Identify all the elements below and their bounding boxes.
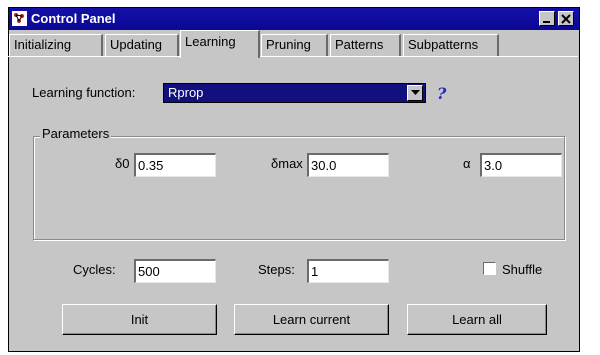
tab-label: Patterns <box>335 37 384 52</box>
tab-updating[interactable]: Updating <box>105 34 179 56</box>
dropdown-button[interactable] <box>407 85 423 101</box>
learn-current-button[interactable]: Learn current <box>234 304 389 335</box>
tab-label: Subpatterns <box>408 37 479 52</box>
title-bar[interactable]: Control Panel <box>9 8 579 30</box>
delta0-label: δ0 <box>115 156 130 171</box>
shuffle-label: Shuffle <box>502 262 543 277</box>
minimize-icon <box>543 21 550 23</box>
tab-strip-divider <box>8 56 578 57</box>
tab-label: Initializing <box>14 37 72 52</box>
cycles-field[interactable] <box>134 259 216 283</box>
steps-field[interactable] <box>307 259 389 283</box>
app-icon <box>12 11 27 26</box>
parameters-group <box>33 136 565 240</box>
minimize-button[interactable] <box>539 11 555 26</box>
alpha-field[interactable] <box>480 153 562 177</box>
tab-pruning[interactable]: Pruning <box>261 34 328 56</box>
tab-subpatterns[interactable]: Subpatterns <box>403 34 499 56</box>
init-button[interactable]: Init <box>62 304 217 335</box>
deltamax-field[interactable] <box>307 153 389 177</box>
tab-label: Learning <box>185 34 236 49</box>
deltamax-label: δmax <box>271 156 303 171</box>
tab-label: Pruning <box>266 37 311 52</box>
cycles-label: Cycles: <box>73 262 116 277</box>
tab-learning[interactable]: Learning <box>180 30 260 58</box>
delta0-field[interactable] <box>134 153 216 177</box>
tab-label: Updating <box>110 37 163 52</box>
tab-patterns[interactable]: Patterns <box>330 34 401 56</box>
chevron-down-icon <box>411 90 420 95</box>
tab-initializing[interactable]: Initializing <box>9 34 103 56</box>
learn-all-button[interactable]: Learn all <box>407 304 547 335</box>
steps-label: Steps: <box>258 262 295 277</box>
shuffle-checkbox[interactable] <box>483 262 496 275</box>
window-title: Control Panel <box>31 11 116 26</box>
alpha-label: α <box>463 156 471 171</box>
close-button[interactable] <box>558 11 574 26</box>
learning-function-label: Learning function: <box>32 85 136 100</box>
parameters-group-label: Parameters <box>40 126 112 142</box>
learning-function-value: Rprop <box>168 85 204 100</box>
close-icon <box>561 14 571 24</box>
learning-function-select[interactable]: Rprop <box>163 83 426 103</box>
help-icon[interactable]: ? <box>437 84 446 103</box>
